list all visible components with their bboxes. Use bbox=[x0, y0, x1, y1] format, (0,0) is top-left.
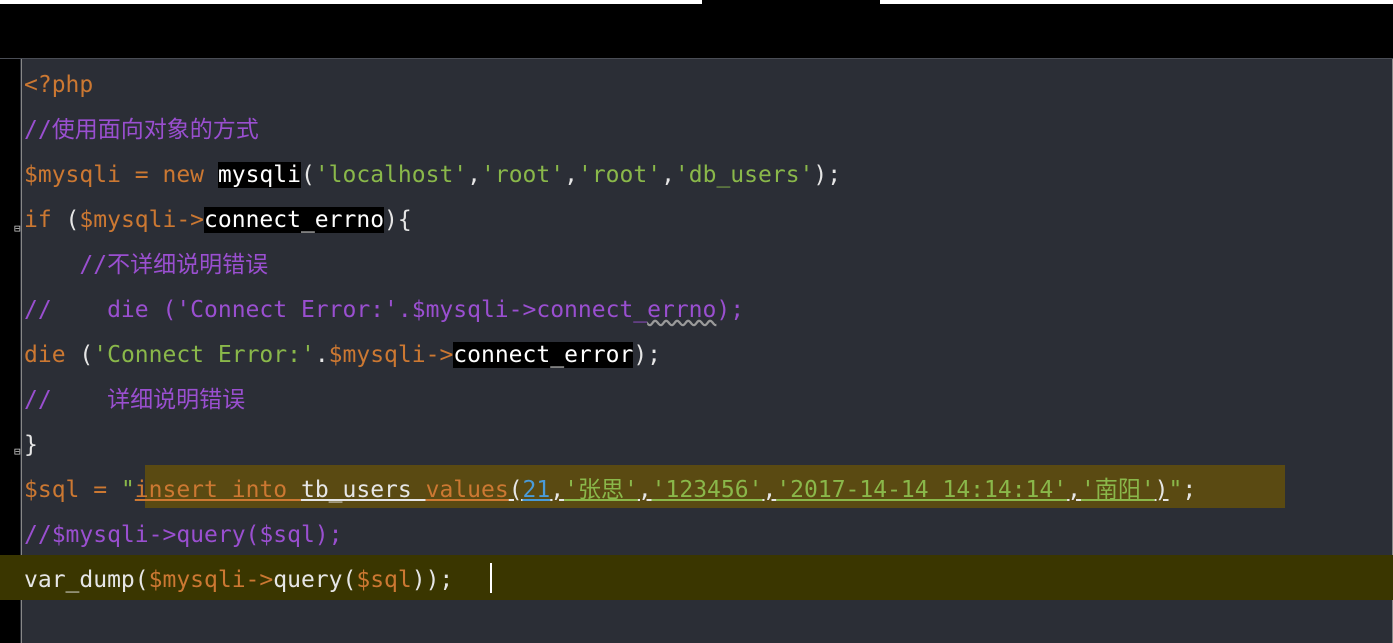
code-token: ( bbox=[79, 342, 94, 368]
code-token: // 详细说明错误 bbox=[24, 387, 246, 413]
tab-bar-edge-left bbox=[0, 0, 702, 4]
code-token: '123456' bbox=[651, 477, 763, 503]
code-token: $sql bbox=[24, 477, 80, 503]
code-token: '2017-14-14 14:14:14' bbox=[776, 477, 1068, 503]
code-token: " bbox=[1168, 477, 1183, 503]
code-line-l10[interactable]: $sql = "insert into tb_users values(21,'… bbox=[24, 468, 1196, 513]
code-editor[interactable]: ⊟ ⊟ <?php //使用面向对象的方式 $mysqli = new mysqli… bbox=[0, 58, 1393, 643]
code-token: )); bbox=[411, 567, 454, 593]
code-token: //不详细说明错误 bbox=[24, 252, 269, 278]
code-token: . bbox=[314, 342, 329, 368]
code-token: 21 bbox=[522, 477, 551, 503]
code-token: //使用面向对象的方式 bbox=[24, 117, 259, 143]
code-line-l11[interactable]: //$mysqli->query($sql); bbox=[24, 513, 343, 558]
code-token: var_dump( bbox=[24, 567, 149, 593]
code-token: " bbox=[120, 477, 135, 503]
code-token: ); bbox=[716, 297, 745, 323]
code-token: connect_error bbox=[453, 342, 634, 368]
code-line-l6[interactable]: // die ('Connect Error:'.$mysqli->connec… bbox=[24, 288, 744, 333]
code-token: , bbox=[637, 477, 652, 503]
code-token: , bbox=[467, 162, 482, 188]
code-token: $mysqli-> bbox=[148, 567, 274, 593]
code-token: $mysqli-> bbox=[79, 207, 205, 233]
code-token: 'root' bbox=[481, 162, 565, 188]
code-token: values bbox=[425, 477, 509, 503]
code-token: 'Connect Error:' bbox=[93, 342, 315, 368]
code-line-l12[interactable]: var_dump($mysqli->query($sql)); bbox=[24, 558, 453, 603]
code-token: $mysqli-> bbox=[328, 342, 454, 368]
code-line-l3[interactable]: $mysqli = new mysqli('localhost','root',… bbox=[24, 153, 841, 198]
tab-bar-edge-right bbox=[880, 0, 1393, 4]
code-token: <?php bbox=[24, 72, 94, 98]
code-line-l2[interactable]: //使用面向对象的方式 bbox=[24, 108, 259, 153]
code-token: , bbox=[762, 477, 777, 503]
code-token: ); bbox=[813, 162, 842, 188]
code-token: //$mysqli->query($sql); bbox=[24, 522, 343, 548]
code-token: $mysqli bbox=[24, 162, 121, 188]
code-token: // die ('Connect Error:'.$mysqli->connec… bbox=[24, 297, 648, 323]
code-token: connect_errno bbox=[204, 207, 385, 233]
code-token: , bbox=[550, 477, 565, 503]
code-token: = bbox=[120, 162, 163, 188]
code-token: ; bbox=[1182, 477, 1197, 503]
code-token: ( bbox=[300, 162, 315, 188]
code-token: 'db_users' bbox=[674, 162, 814, 188]
code-token: ( bbox=[508, 477, 523, 503]
code-token: insert into bbox=[134, 477, 301, 503]
code-token: , bbox=[564, 162, 578, 188]
code-token: $sql bbox=[356, 567, 412, 593]
code-token: 'localhost' bbox=[314, 162, 468, 188]
code-line-l7[interactable]: die ('Connect Error:'.$mysqli->connect_e… bbox=[24, 333, 661, 378]
code-token: , bbox=[661, 162, 675, 188]
code-token: errno bbox=[647, 297, 717, 323]
code-token: new bbox=[162, 162, 218, 188]
code-line-l5[interactable]: //不详细说明错误 bbox=[24, 243, 268, 288]
code-token: ( bbox=[65, 207, 80, 233]
code-token: mysqli bbox=[217, 162, 301, 188]
code-token: die bbox=[24, 342, 80, 368]
code-token: 'root' bbox=[577, 162, 662, 188]
code-token: , bbox=[1067, 477, 1081, 503]
code-line-l9[interactable]: } bbox=[24, 423, 38, 468]
code-token: } bbox=[24, 432, 38, 458]
text-caret bbox=[490, 563, 492, 593]
fold-marker-icon[interactable]: ⊟ bbox=[14, 446, 22, 457]
code-token: = bbox=[79, 477, 121, 503]
code-token: if bbox=[24, 207, 66, 233]
code-token: '南阳' bbox=[1080, 477, 1155, 503]
code-line-l4[interactable]: if ($mysqli->connect_errno){ bbox=[24, 198, 412, 243]
code-token: ) bbox=[1154, 477, 1169, 503]
code-token: tb_users bbox=[300, 477, 426, 503]
code-token: ); bbox=[633, 342, 662, 368]
code-token: ){ bbox=[384, 207, 412, 233]
fold-marker-icon[interactable]: ⊟ bbox=[14, 223, 22, 234]
code-token: '张思' bbox=[564, 477, 638, 503]
code-token: query( bbox=[273, 567, 357, 593]
code-line-l8[interactable]: // 详细说明错误 bbox=[24, 378, 245, 423]
code-line-l1[interactable]: <?php bbox=[24, 63, 93, 108]
top-window-strip bbox=[0, 0, 1393, 58]
